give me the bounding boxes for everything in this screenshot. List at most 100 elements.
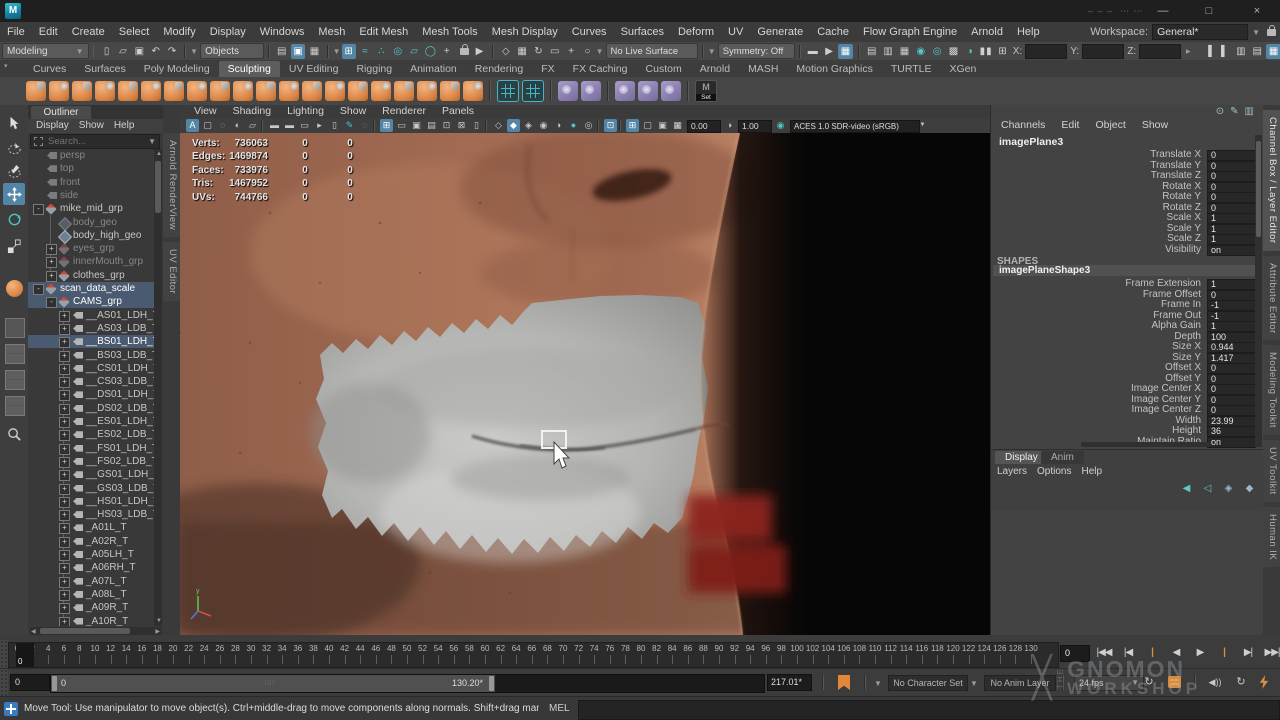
playblast-icon[interactable]: ▤: [865, 44, 879, 59]
range-center-grip[interactable]: ∷∷: [265, 675, 274, 692]
outliner-vertical-scrollbar[interactable]: ▲ ▼: [154, 149, 162, 626]
play-backwards-button[interactable]: ◀: [1164, 643, 1188, 663]
expand-toggle-icon[interactable]: +: [59, 484, 70, 495]
gamma-icon[interactable]: ◑: [723, 119, 736, 132]
time-slider-track[interactable]: 0246810121416182022242628303234363840424…: [8, 642, 1059, 668]
snap-to-grid-icon[interactable]: ⊞: [342, 44, 356, 59]
attr-value-translate-x[interactable]: 0: [1207, 150, 1256, 161]
knife-tool-icon[interactable]: [325, 81, 345, 101]
batch-render-icon[interactable]: ▦: [897, 44, 911, 59]
save-scene-icon[interactable]: ▣: [132, 44, 146, 59]
shelf-tab-fx[interactable]: FX: [532, 61, 563, 77]
snapshot-icon[interactable]: ▢: [641, 119, 654, 132]
outliner-item-gs03-ldb-t[interactable]: +__GS03_LDB_T: [28, 482, 154, 495]
sidebar-tab-uv-toolkit[interactable]: UV Toolkit: [1263, 440, 1280, 502]
smear-tool-icon[interactable]: [348, 81, 368, 101]
view-transform-selector[interactable]: ACES 1.0 SDR-video (sRGB): [790, 120, 920, 133]
outliner-item-fs02-ldb-t[interactable]: +__FS02_LDB_T: [28, 455, 154, 468]
menu-help[interactable]: Help: [1010, 22, 1047, 42]
outliner-item-gs01-ldh-t[interactable]: +__GS01_LDH_T: [28, 468, 154, 481]
safe-title-icon[interactable]: ▯: [470, 119, 483, 132]
foamy-tool-icon[interactable]: [164, 81, 184, 101]
sculpt-tool-icon[interactable]: [26, 81, 46, 101]
expand-toggle-icon[interactable]: +: [59, 523, 70, 534]
expand-toggle-icon[interactable]: +: [59, 324, 70, 335]
grab-tool-icon[interactable]: [95, 81, 115, 101]
shelf-tab-rigging[interactable]: Rigging: [347, 61, 401, 77]
remesh-tool-icon[interactable]: [497, 80, 519, 102]
expand-toggle-icon[interactable]: +: [59, 603, 70, 614]
shelf-tab-uv-editing[interactable]: UV Editing: [280, 61, 348, 77]
outliner-item-a10r-t[interactable]: +_A10R_T: [28, 615, 154, 627]
highlight-selection-icon[interactable]: ▶: [472, 44, 486, 59]
gate-mask-icon[interactable]: ▤: [425, 119, 438, 132]
animation-start-field[interactable]: 0: [10, 674, 50, 691]
menu-generate[interactable]: Generate: [750, 22, 810, 42]
expand-fields-icon[interactable]: ▼: [1184, 47, 1193, 55]
attr-value-offset-x[interactable]: 0: [1207, 363, 1256, 374]
expand-toggle-icon[interactable]: +: [59, 444, 70, 455]
quick-select-set-icon[interactable]: MSet: [695, 80, 717, 102]
character-set-selector[interactable]: No Character Set: [888, 675, 968, 691]
go-to-end-button[interactable]: ▶▶|: [1260, 643, 1280, 663]
go-to-start-button[interactable]: |◀◀: [1092, 643, 1116, 663]
outliner-item-mike-mid-grp[interactable]: -mike_mid_grp: [28, 202, 154, 215]
playback-end-handle[interactable]: [489, 676, 494, 691]
lasso-mask-icon[interactable]: ◌: [216, 119, 229, 132]
range-slider-track[interactable]: 0 ∷∷ 130.20*: [50, 674, 765, 693]
animation-end-field[interactable]: 217.01*: [767, 674, 812, 691]
anim-layer-selector[interactable]: No Anim Layer: [984, 675, 1056, 691]
expand-toggle-icon[interactable]: +: [59, 510, 70, 521]
lock-camera-icon[interactable]: ▬: [283, 119, 296, 132]
shape-node-name[interactable]: imagePlaneShape3: [993, 265, 1261, 276]
layer-tab-anim[interactable]: Anim: [1041, 451, 1084, 464]
paint-attributes-tool-icon[interactable]: [581, 81, 601, 101]
shadows-icon[interactable]: ◑: [552, 119, 565, 132]
sculpt-tool-button[interactable]: [3, 277, 25, 299]
outliner-item-bs01-ldh-t[interactable]: +__BS01_LDH_T: [28, 335, 154, 348]
amplify-tool-icon[interactable]: [394, 81, 414, 101]
expand-toggle-icon[interactable]: +: [59, 364, 70, 375]
flatten-tool-icon[interactable]: [141, 81, 161, 101]
outliner-item-top[interactable]: top: [28, 162, 154, 175]
plane-icon[interactable]: ▱: [246, 119, 259, 132]
menu-set-selector[interactable]: Modeling▼: [2, 43, 89, 59]
outliner-item-as01-ldh-t[interactable]: +__AS01_LDH_T: [28, 309, 154, 322]
attr-value-size-y[interactable]: 1.417: [1207, 353, 1256, 364]
unfreeze-tool-icon[interactable]: [440, 81, 460, 101]
menu-flow-graph-engine[interactable]: Flow Graph Engine: [856, 22, 964, 42]
add-operation-icon[interactable]: +: [564, 44, 578, 59]
smooth-shade-icon[interactable]: ◆: [507, 119, 520, 132]
menu-select[interactable]: Select: [112, 22, 157, 42]
menu-deform[interactable]: Deform: [671, 22, 721, 42]
field-chart-icon[interactable]: ⊡: [440, 119, 453, 132]
channel-box-hscrollbar[interactable]: [1081, 442, 1211, 447]
outliner-item-scan-data-scale[interactable]: -scan_data_scale: [28, 282, 154, 295]
attr-value-image-center-z[interactable]: 0: [1207, 405, 1256, 416]
outliner-item-ds01-ldh-t[interactable]: +__DS01_LDH_T: [28, 388, 154, 401]
camera-attributes-icon[interactable]: ▭: [298, 119, 311, 132]
outliner-item-clothes-grp[interactable]: +clothes_grp: [28, 269, 154, 282]
smooth-tool-icon[interactable]: [49, 81, 69, 101]
selection-mask-icon[interactable]: ▢: [201, 119, 214, 132]
shelf-tab-surfaces[interactable]: Surfaces: [75, 61, 134, 77]
z-coordinate-field[interactable]: [1139, 44, 1181, 59]
textured-icon[interactable]: ◈: [522, 119, 535, 132]
panel-tab-uv-editor[interactable]: UV Editor: [163, 242, 180, 301]
sound-mute-icon[interactable]: ◀)): [1208, 675, 1222, 689]
toggle-humanik-icon[interactable]: ▤: [1250, 44, 1264, 59]
y-coordinate-field[interactable]: [1082, 44, 1124, 59]
pinch-tool-icon[interactable]: [118, 81, 138, 101]
menu-mesh-tools[interactable]: Mesh Tools: [415, 22, 484, 42]
playback-loop-icon[interactable]: ↻: [1142, 675, 1156, 689]
expand-toggle-icon[interactable]: +: [59, 577, 70, 588]
minimize-button[interactable]: —: [1146, 0, 1180, 22]
expand-toggle-icon[interactable]: +: [59, 537, 70, 548]
attr-value-frame-extension[interactable]: 1: [1207, 279, 1256, 290]
safe-action-icon[interactable]: ⊠: [455, 119, 468, 132]
shelf-tab-sculpting[interactable]: Sculpting: [219, 61, 280, 77]
expand-toggle-icon[interactable]: +: [59, 404, 70, 415]
spray-tool-icon[interactable]: [187, 81, 207, 101]
snap-to-point-icon[interactable]: ∴: [374, 44, 388, 59]
output-operations-icon[interactable]: ▦: [515, 44, 529, 59]
